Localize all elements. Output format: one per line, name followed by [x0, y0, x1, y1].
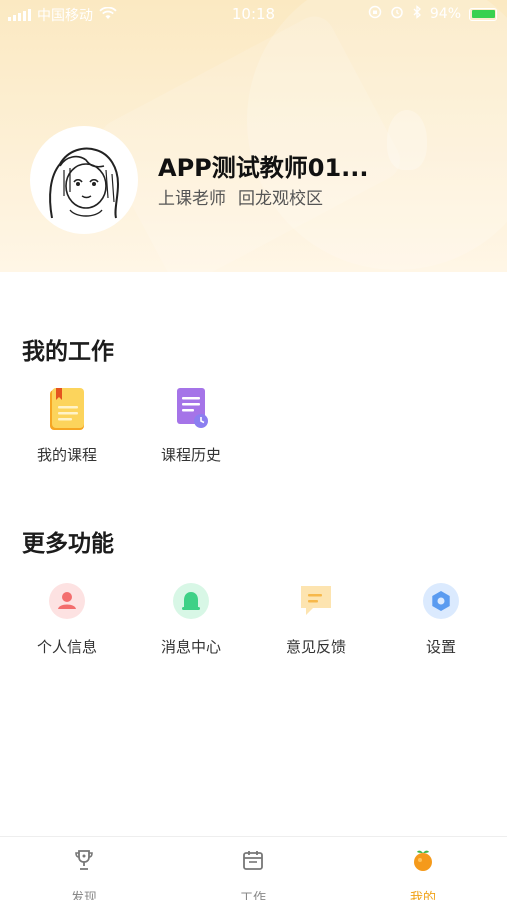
more-section-title: 更多功能 — [22, 531, 114, 557]
course-history-button[interactable]: 课程历史 — [141, 386, 241, 465]
message-center-button[interactable]: 消息中心 — [141, 578, 241, 657]
course-history-icon — [168, 386, 214, 432]
profile-role: 上课老师 — [158, 189, 226, 209]
course-history-label: 课程历史 — [160, 446, 221, 464]
battery-icon — [469, 7, 497, 21]
tab-mine[interactable]: 我的 — [383, 847, 463, 900]
my-courses-label: 我的课程 — [36, 446, 97, 464]
work-section-title: 我的工作 — [22, 339, 114, 365]
settings-label: 设置 — [425, 638, 456, 656]
personal-info-label: 个人信息 — [36, 638, 97, 656]
person-icon — [44, 578, 90, 624]
profile-header: 中国移动 10:18 94% APP测试教师01... 上课老师 回龙观校区 — [0, 0, 507, 272]
tab-work[interactable]: 工作 — [213, 847, 293, 900]
personal-info-button[interactable]: 个人信息 — [17, 578, 117, 657]
profile-campus: 回龙观校区 — [238, 189, 323, 209]
settings-gear-icon — [418, 578, 464, 624]
avatar[interactable] — [30, 126, 138, 234]
alarm-icon — [390, 5, 404, 23]
orange-fruit-icon — [383, 847, 463, 873]
message-center-label: 消息中心 — [160, 638, 221, 656]
tab-discover[interactable]: 发现 — [44, 847, 124, 900]
battery-percent: 94% — [429, 6, 461, 22]
trophy-icon — [44, 847, 124, 873]
course-book-icon — [44, 386, 90, 432]
my-courses-button[interactable]: 我的课程 — [17, 386, 117, 465]
bluetooth-icon — [412, 5, 422, 23]
profile-name: APP测试教师01... — [158, 154, 369, 182]
feedback-button[interactable]: 意见反馈 — [266, 578, 366, 657]
rotation-lock-icon — [368, 5, 382, 23]
calendar-icon — [213, 847, 293, 873]
settings-button[interactable]: 设置 — [391, 578, 491, 657]
feedback-label: 意见反馈 — [285, 638, 346, 656]
bottom-tab-bar: 发现 工作 我的 — [0, 836, 507, 900]
tab-mine-label: 我的 — [409, 891, 436, 900]
tab-discover-label: 发现 — [70, 891, 97, 900]
tab-work-label: 工作 — [239, 891, 266, 900]
feedback-chat-icon — [293, 578, 339, 624]
bell-icon — [168, 578, 214, 624]
status-bar: 中国移动 10:18 94% — [0, 0, 507, 30]
profile-subtitle: 上课老师 回龙观校区 — [158, 184, 323, 209]
header-decoration — [387, 110, 427, 170]
